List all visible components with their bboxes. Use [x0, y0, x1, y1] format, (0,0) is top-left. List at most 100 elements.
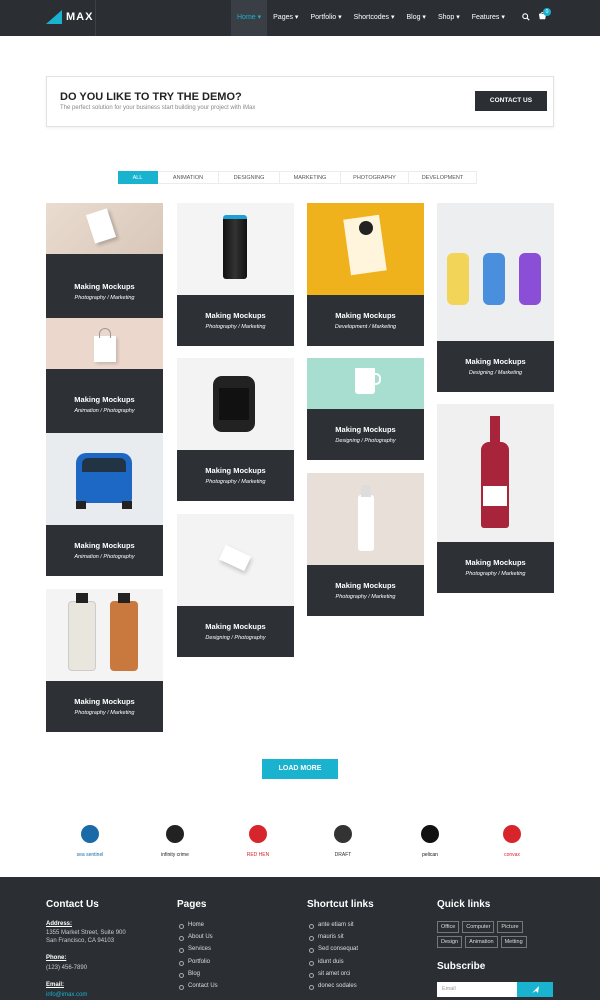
portfolio-categories: Designing / Marketing	[468, 369, 523, 376]
footer-page-link[interactable]: Portfolio	[177, 959, 218, 971]
nav-portfolio[interactable]: Portfolio ▾	[304, 0, 347, 36]
portfolio-card[interactable]: Making Mockups Animation / Photography	[46, 433, 163, 576]
footer-shortcut-link[interactable]: Sed consequat	[307, 946, 358, 958]
portfolio-image[interactable]	[46, 433, 163, 525]
footer-page-link[interactable]: About Us	[177, 934, 218, 946]
nav-shop[interactable]: Shop ▾	[432, 0, 466, 36]
filter-all[interactable]: ALL	[118, 171, 158, 184]
portfolio-title[interactable]: Making Mockups	[46, 282, 163, 291]
portfolio-image[interactable]	[177, 514, 294, 606]
portfolio-info: Making Mockups Animation / Photography	[46, 369, 163, 441]
footer-page-link[interactable]: Services	[177, 946, 218, 958]
quick-tag[interactable]: Office	[437, 921, 460, 933]
portfolio-image[interactable]	[437, 203, 554, 341]
portfolio-card[interactable]: Making Mockups Photography / Marketing	[307, 473, 424, 616]
nav-home[interactable]: Home ▾	[231, 0, 268, 36]
footer-pages-list: Home About Us Services Portfolio Blog Co…	[177, 922, 218, 995]
nav-blog[interactable]: Blog ▾	[400, 0, 431, 36]
cart-count-badge: 0	[543, 8, 551, 16]
portfolio-card[interactable]: Making Mockups Photography / Marketing	[46, 589, 163, 732]
filter-marketing[interactable]: MARKETING	[280, 171, 341, 184]
email-link[interactable]: info@imax.com	[46, 991, 87, 999]
portfolio-card[interactable]: Making Mockups Development / Marketing	[307, 203, 424, 346]
portfolio-title[interactable]: Making Mockups	[177, 622, 294, 631]
portfolio-info: Making Mockups Animation / Photography	[46, 525, 163, 576]
filter-photography[interactable]: PHOTOGRAPHY	[341, 171, 409, 184]
filter-development[interactable]: DEVELOPMENT	[409, 171, 477, 184]
portfolio-info: Making Mockups Photography / Marketing	[307, 565, 424, 616]
portfolio-image[interactable]	[307, 203, 424, 295]
portfolio-card[interactable]: Making Mockups Animation / Photography	[46, 318, 163, 441]
footer-shortcut-link[interactable]: sit amet orci	[307, 971, 358, 983]
footer-shortcut-link[interactable]: donec sodales	[307, 983, 358, 995]
footer-shortcut-link[interactable]: ante etiam sit	[307, 922, 358, 934]
portfolio-info: Making Mockups Development / Marketing	[307, 295, 424, 346]
portfolio-card[interactable]: Making Mockups Designing / Photography	[307, 358, 424, 460]
portfolio-image[interactable]	[307, 358, 424, 409]
seal-logo-icon	[81, 825, 99, 843]
portfolio-image[interactable]	[46, 203, 163, 254]
portfolio-title[interactable]: Making Mockups	[437, 357, 554, 366]
portfolio-image[interactable]	[177, 358, 294, 450]
portfolio-card[interactable]: Making Mockups Photography / Marketing	[177, 358, 294, 501]
contact-us-button[interactable]: CONTACT US	[475, 91, 547, 111]
footer-pages-title: Pages	[177, 899, 207, 910]
portfolio-image[interactable]	[437, 404, 554, 542]
glass-bottles-icon	[447, 253, 469, 305]
portfolio-title[interactable]: Making Mockups	[307, 581, 424, 590]
subscribe-email-input[interactable]: Email	[437, 982, 517, 997]
portfolio-info: Making Mockups Photography / Marketing	[177, 295, 294, 346]
load-more-button[interactable]: LOAD MORE	[262, 759, 338, 779]
portfolio-categories: Animation / Photography	[74, 553, 135, 560]
portfolio-image[interactable]	[307, 473, 424, 565]
portfolio-title[interactable]: Making Mockups	[46, 697, 163, 706]
portfolio-card[interactable]: Making Mockups Photography / Marketing	[177, 203, 294, 346]
portfolio-image[interactable]	[46, 589, 163, 681]
brand-name: pelican	[422, 852, 438, 858]
footer-page-link[interactable]: Contact Us	[177, 983, 218, 995]
footer-page-link[interactable]: Home	[177, 922, 218, 934]
brand-logo[interactable]: RED HEN	[228, 823, 288, 858]
portfolio-title[interactable]: Making Mockups	[46, 395, 163, 404]
footer-shortcut-link[interactable]: mauris sit	[307, 934, 358, 946]
footer-page-link[interactable]: Blog	[177, 971, 218, 983]
brand-name: infinity crime	[161, 852, 189, 858]
portfolio-image[interactable]	[46, 318, 163, 369]
brand-logo[interactable]: sea sentinel	[60, 823, 120, 858]
logo[interactable]: MAX	[46, 10, 93, 24]
filter-animation[interactable]: ANIMATION	[158, 171, 219, 184]
portfolio-title[interactable]: Making Mockups	[46, 541, 163, 550]
portfolio-card[interactable]: Making Mockups Photography / Marketing	[437, 404, 554, 593]
quick-tag[interactable]: Computer	[462, 921, 495, 933]
portfolio-image[interactable]	[177, 203, 294, 295]
brand-logo[interactable]: pelican	[400, 823, 460, 858]
portfolio-title[interactable]: Making Mockups	[437, 558, 554, 567]
nav-pages[interactable]: Pages ▾	[267, 0, 304, 36]
brand-logo[interactable]: DRAFT	[313, 823, 373, 858]
footer-shortcut-link[interactable]: idunt duis	[307, 959, 358, 971]
portfolio-title[interactable]: Making Mockups	[177, 311, 294, 320]
portfolio-title[interactable]: Making Mockups	[307, 311, 424, 320]
subscribe-button[interactable]	[517, 982, 553, 997]
nav-features[interactable]: Features ▾	[466, 0, 511, 36]
brand-logo[interactable]: convax	[482, 823, 542, 858]
portfolio-title[interactable]: Making Mockups	[307, 425, 424, 434]
portfolio-card[interactable]: Making Mockups Designing / Photography	[177, 514, 294, 657]
portfolio-info: Making Mockups Photography / Marketing	[177, 450, 294, 501]
portfolio-info: Making Mockups Designing / Photography	[307, 409, 424, 460]
demo-callout: DO YOU LIKE TO TRY THE DEMO? The perfect…	[46, 76, 554, 127]
brand-logo[interactable]: infinity crime	[145, 823, 205, 858]
portfolio-card[interactable]: Making Mockups Designing / Marketing	[437, 203, 554, 392]
portfolio-title[interactable]: Making Mockups	[177, 466, 294, 475]
quick-tag[interactable]: Picture	[497, 921, 523, 933]
quick-tag[interactable]: Animation	[465, 936, 498, 948]
portfolio-categories: Photography / Marketing	[465, 570, 526, 577]
logo-divider	[95, 0, 96, 36]
search-icon[interactable]	[522, 12, 530, 21]
portfolio-card[interactable]: Making Mockups Photography / Marketing	[46, 203, 163, 329]
quick-tag[interactable]: Metting	[500, 936, 527, 948]
rooster-logo-icon	[249, 825, 267, 843]
quick-tag[interactable]: Design	[437, 936, 463, 948]
filter-designing[interactable]: DESIGNING	[219, 171, 280, 184]
nav-shortcodes[interactable]: Shortcodes ▾	[348, 0, 401, 36]
